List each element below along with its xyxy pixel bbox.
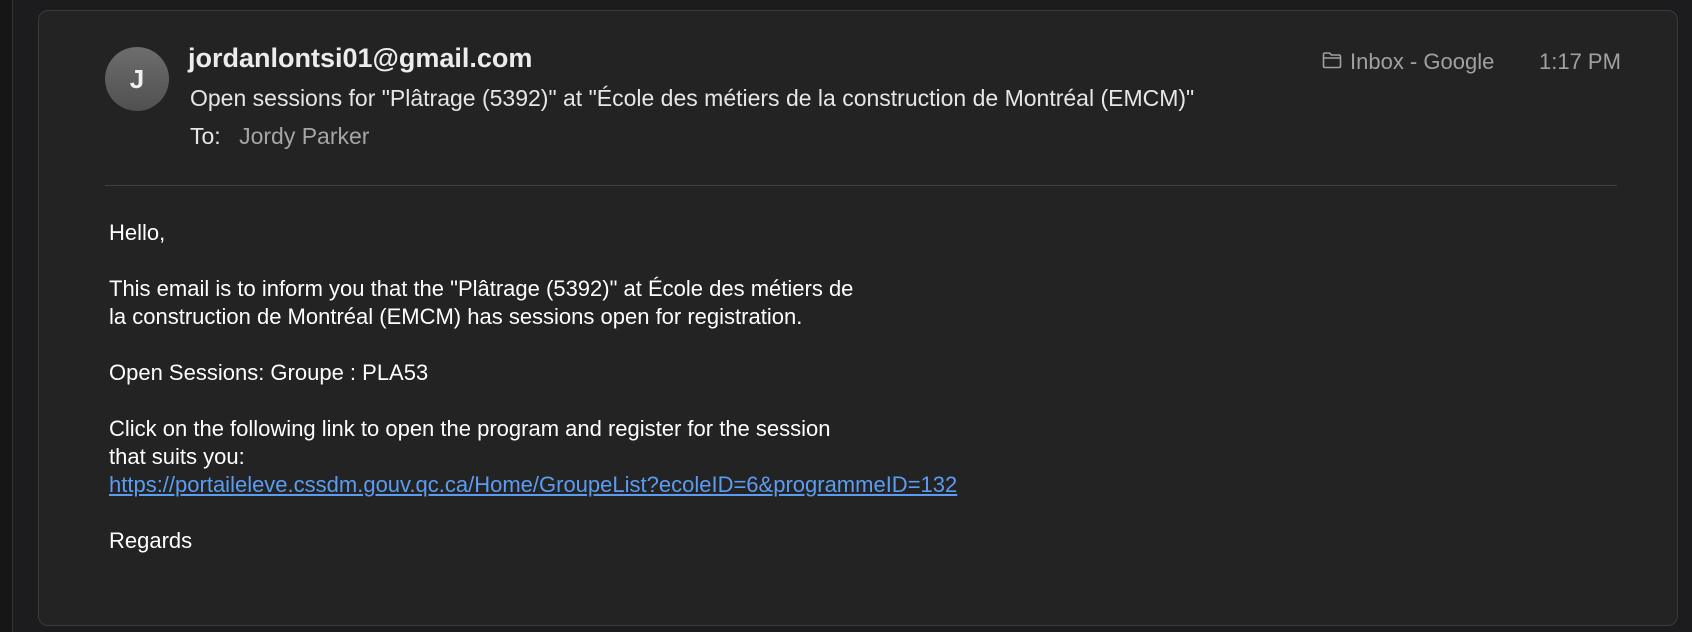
- greeting: Hello,: [109, 220, 166, 245]
- program-link[interactable]: https://portaileleve.cssdm.gouv.qc.ca/Ho…: [109, 472, 957, 497]
- header-divider: [105, 185, 1617, 186]
- mailbox-name: Inbox - Google: [1350, 49, 1495, 74]
- mailbox-label[interactable]: Inbox - Google: [1322, 49, 1494, 75]
- email-subject: Open sessions for "Plâtrage (5392)" at "…: [190, 85, 1195, 111]
- window-edge: [0, 0, 13, 632]
- signoff: Regards: [109, 528, 193, 553]
- received-time: 1:17 PM: [1539, 49, 1621, 74]
- folder-icon: [1322, 49, 1342, 75]
- open-sessions-line: Open Sessions: Groupe : PLA53: [109, 360, 429, 385]
- avatar-initial: J: [129, 63, 145, 94]
- to-label: To:: [190, 123, 221, 149]
- email-message: J jordanlontsi01@gmail.com Open sessions…: [38, 10, 1678, 626]
- link-intro-text: Click on the following link to open the …: [109, 416, 831, 469]
- sender-address[interactable]: jordanlontsi01@gmail.com: [188, 43, 532, 74]
- body-paragraph-1: This email is to inform you that the "Pl…: [109, 276, 854, 329]
- recipient-name[interactable]: Jordy Parker: [239, 123, 369, 149]
- recipient-row: To: Jordy Parker: [190, 123, 369, 150]
- body-paragraph-2: Click on the following link to open the …: [109, 415, 1059, 499]
- sender-avatar: J: [105, 47, 169, 111]
- email-body: Hello, This email is to inform you that …: [109, 219, 1059, 583]
